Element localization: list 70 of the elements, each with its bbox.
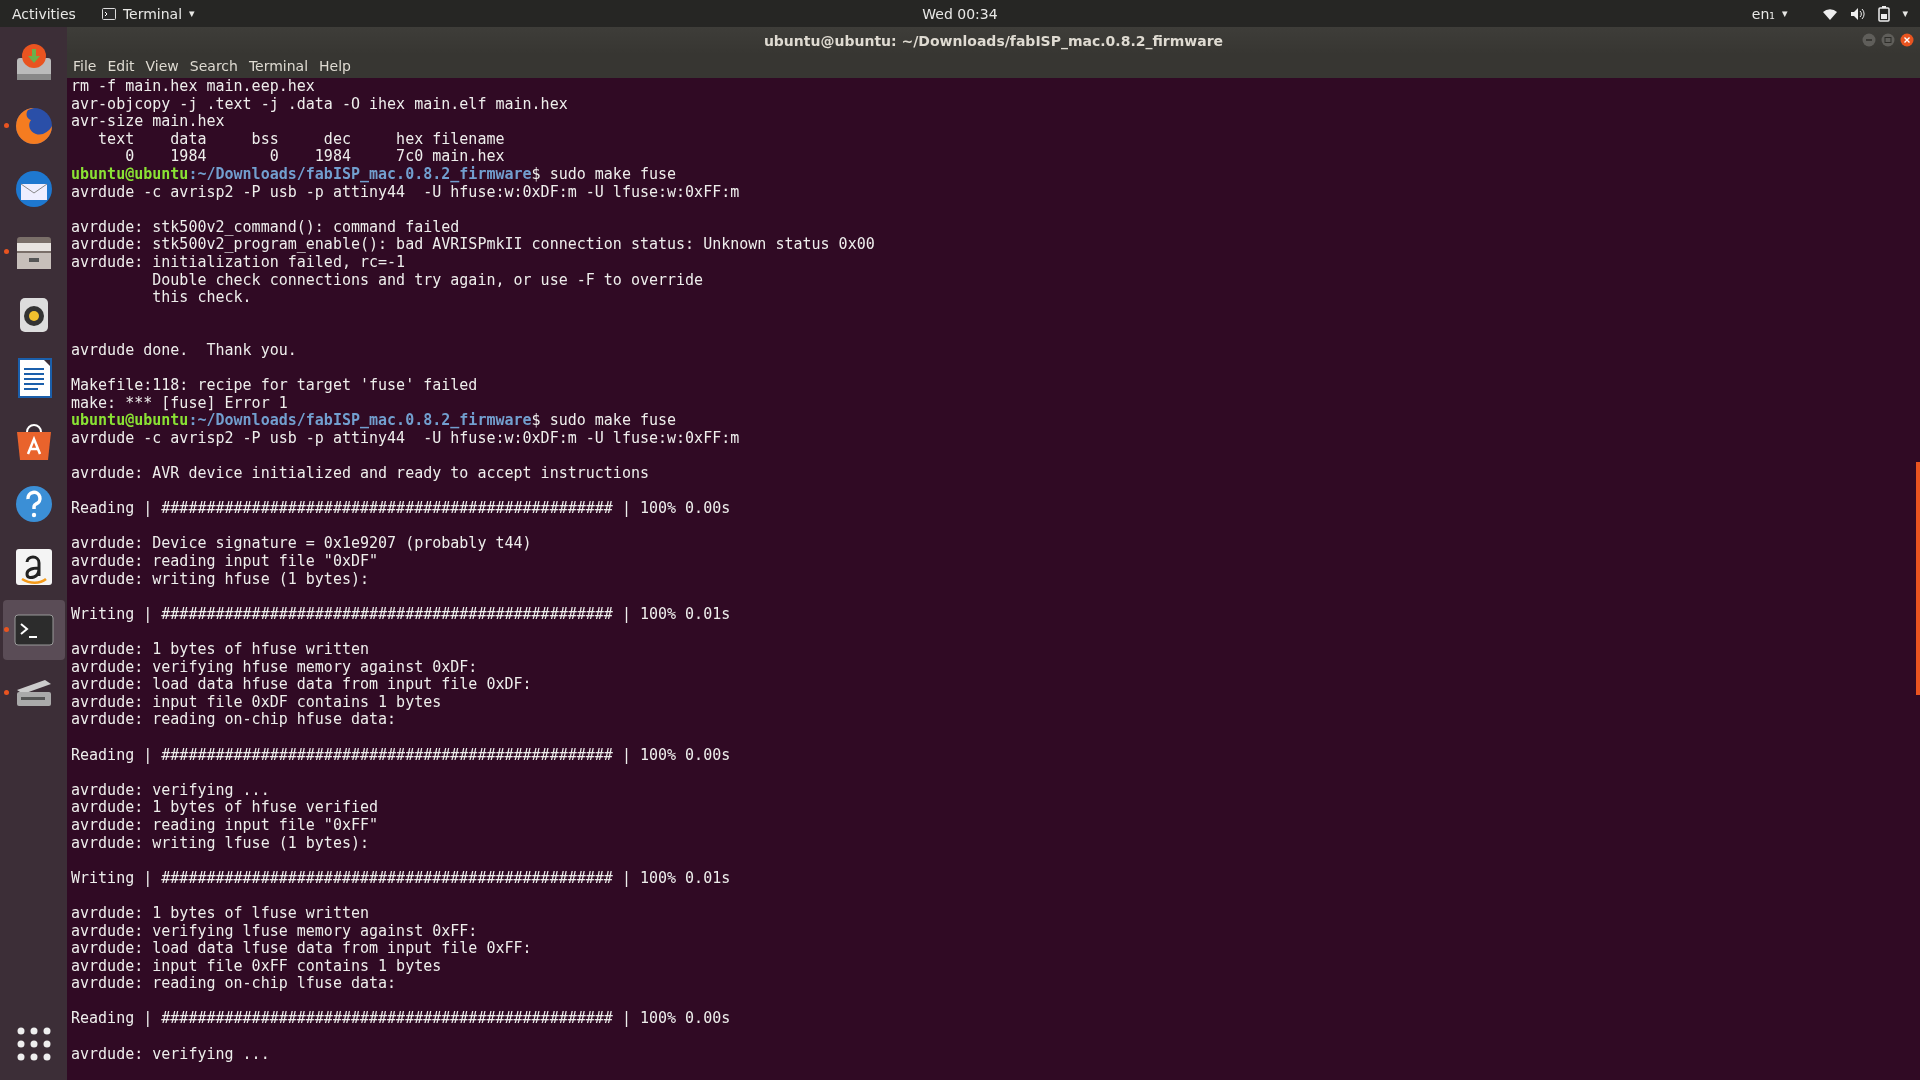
output-line: avrdude: Device signature = 0x1e9207 (probably t44) bbox=[71, 534, 532, 553]
output-line: avrdude: verifying ... bbox=[71, 1044, 270, 1063]
output-line: avr-objcopy -j .text -j .data -O ihex main.elf main.hex bbox=[71, 94, 568, 113]
menu-item[interactable]: File bbox=[73, 58, 97, 74]
output-line: rm -f main.hex main.eep.hex bbox=[71, 78, 315, 95]
output-line: avrdude: stk500v2_command(): command failed bbox=[71, 217, 460, 236]
scrollbar-thumb[interactable] bbox=[1916, 462, 1920, 695]
close-button[interactable] bbox=[1900, 33, 1914, 47]
output-line: Writing | ################################################## | 100% 0.01s bbox=[71, 604, 731, 623]
command-text: $ sudo make fuse bbox=[531, 164, 677, 183]
prompt-user: ubuntu@ubuntu bbox=[71, 164, 189, 183]
battery-icon bbox=[1878, 5, 1891, 22]
output-line: Makefile:118: recipe for target 'fuse' failed bbox=[71, 376, 478, 395]
output-line: avrdude: reading input file "0xDF" bbox=[71, 552, 379, 571]
output-line: avrdude: verifying hfuse memory against 0xDF: bbox=[71, 657, 478, 676]
output-line: avrdude: AVR device initialized and ready to accept instructions bbox=[71, 464, 649, 483]
prompt-user: ubuntu@ubuntu bbox=[71, 411, 189, 430]
output-line: Reading | ################################################## | 100% 0.00s bbox=[71, 1009, 731, 1028]
app-menu-button[interactable]: Terminal bbox=[122, 5, 183, 22]
output-line: avrdude: initialization failed, rc=-1 bbox=[71, 252, 406, 271]
prompt-path: :~/Downloads/fabISP_mac.0.8.2_firmware bbox=[188, 411, 532, 430]
menu-item[interactable]: Search bbox=[189, 58, 238, 74]
running-indicator bbox=[3, 690, 9, 695]
output-line: avrdude: stk500v2_program_enable(): bad AVRISPmkII connection status: Unknown status 0x00 bbox=[71, 235, 875, 254]
output-line: avrdude: load data lfuse data from input file 0xFF: bbox=[71, 939, 532, 958]
caret-icon: ▾ bbox=[1902, 7, 1908, 20]
output-line: avrdude: load data hfuse data from input file 0xDF: bbox=[71, 675, 532, 694]
menu-item[interactable]: View bbox=[145, 58, 179, 74]
output-line: avr-size main.hex bbox=[71, 112, 225, 131]
activities-button[interactable]: Activities bbox=[12, 5, 76, 22]
output-line: text data bss dec hex filename bbox=[97, 129, 505, 148]
output-line: 0 1984 0 1984 7c0 main.hex bbox=[124, 147, 505, 166]
terminal-icon bbox=[101, 7, 116, 20]
caret-icon: ▾ bbox=[189, 7, 195, 20]
output-line: this check. bbox=[151, 288, 252, 307]
prompt-path: :~/Downloads/fabISP_mac.0.8.2_firmware bbox=[188, 164, 532, 183]
input-source-indicator[interactable]: en₁ bbox=[1751, 5, 1775, 22]
menu-item[interactable]: Terminal bbox=[248, 58, 309, 74]
output-line: avrdude: writing hfuse (1 bytes): bbox=[71, 569, 369, 588]
output-line: avrdude: writing lfuse (1 bytes): bbox=[71, 833, 369, 852]
output-line: avrdude: 1 bytes of hfuse written bbox=[71, 640, 369, 658]
output-line: avrdude: input file 0xDF contains 1 bytes bbox=[71, 692, 442, 711]
output-line: avrdude done. Thank you. bbox=[71, 340, 297, 359]
output-line: avrdude: input file 0xFF contains 1 bytes bbox=[71, 956, 442, 975]
wifi-icon bbox=[1822, 6, 1839, 21]
clock[interactable]: Wed 00:34 bbox=[922, 5, 998, 22]
output-line: avrdude -c avrisp2 -P usb -p attiny44 -U hfuse:w:0xDF:m -U lfuse:w:0xFF:m bbox=[71, 182, 740, 201]
output-line: Reading | ################################################## | 100% 0.00s bbox=[71, 745, 731, 764]
caret-icon: ▾ bbox=[1781, 7, 1788, 20]
output-line: avrdude: reading on-chip lfuse data: bbox=[71, 974, 397, 993]
output-line: Double check connections and try again, or use -F to override bbox=[151, 270, 704, 289]
running-indicator bbox=[3, 249, 9, 254]
output-line: avrdude: verifying ... bbox=[71, 780, 270, 799]
volume-icon bbox=[1850, 6, 1867, 21]
app-grid-icon[interactable] bbox=[15, 1026, 52, 1062]
output-line: avrdude: reading input file "0xFF" bbox=[71, 815, 379, 834]
output-line: avrdude: reading on-chip hfuse data: bbox=[71, 710, 397, 729]
output-line: Reading | ################################################## | 100% 0.00s bbox=[71, 499, 731, 518]
menu-item[interactable]: Edit bbox=[107, 58, 135, 74]
running-indicator bbox=[3, 627, 9, 632]
output-line: Writing | ################################################## | 100% 0.01s bbox=[71, 868, 731, 887]
output-line: avrdude: verifying lfuse memory against 0xFF: bbox=[71, 921, 478, 940]
output-line: make: *** [fuse] Error 1 bbox=[71, 393, 288, 412]
output-line: avrdude: 1 bytes of hfuse verified bbox=[71, 798, 379, 817]
output-line: avrdude: 1 bytes of lfuse written bbox=[71, 903, 369, 922]
menu-item[interactable]: Help bbox=[319, 58, 351, 74]
command-text: $ sudo make fuse bbox=[531, 411, 677, 430]
running-indicator bbox=[3, 123, 9, 128]
window-title: ubuntu@ubuntu: ~/Downloads/fabISP_mac.0.8.2_firmware bbox=[763, 32, 1224, 49]
output-line: avrdude -c avrisp2 -P usb -p attiny44 -U hfuse:w:0xDF:m -U lfuse:w:0xFF:m bbox=[71, 428, 740, 447]
